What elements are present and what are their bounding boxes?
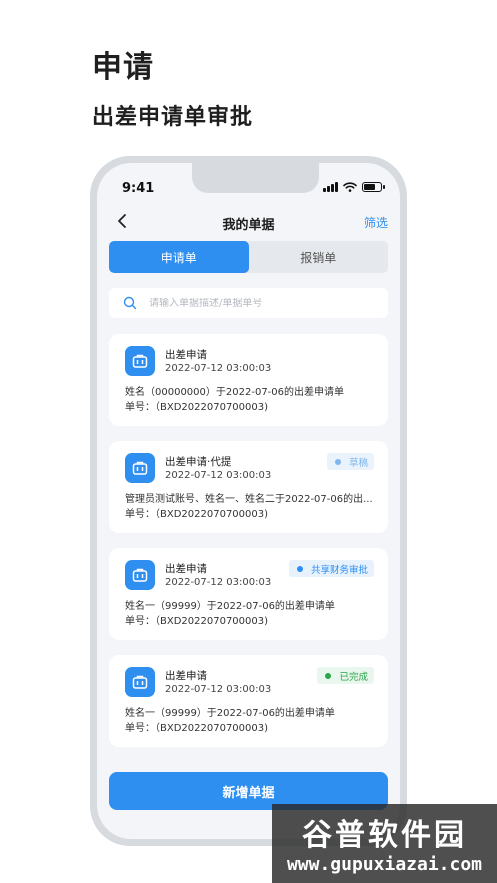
watermark-url: www.gupuxiazai.com [286, 854, 483, 875]
card-title: 出差申请 [165, 349, 207, 361]
nav-title: 我的单据 [222, 218, 275, 233]
card-description: 姓名一（99999）于2022-07-06的出差申请单 [125, 601, 335, 612]
card-title: 出差申请·代提 [165, 456, 232, 468]
phone-screen: 9:41 我的单据 筛选 申请单 报销单 请输入单据描述/单据单号 出差申请 2… [97, 163, 400, 839]
tab-bar: 申请单 报销单 [109, 241, 388, 273]
card-number: 单号：（BXD2022070700003) [125, 509, 269, 520]
briefcase-icon [125, 346, 155, 376]
signal-icon [323, 182, 338, 192]
document-card[interactable]: 出差申请 2022-07-12 03:00:03 已完成 姓名一（99999）于… [109, 655, 388, 747]
status-badge-approval: 共享财务审批 [288, 560, 374, 577]
battery-icon [362, 182, 385, 192]
card-time: 2022-07-12 03:00:03 [165, 577, 272, 588]
card-number: 单号：（BXD2022070700003) [125, 402, 269, 413]
briefcase-icon [125, 453, 155, 483]
card-description: 姓名（00000000）于2022-07-06的出差申请单 [125, 387, 345, 398]
document-card[interactable]: 出差申请 2022-07-12 03:00:03 共享财务审批 姓名一（9999… [109, 548, 388, 640]
status-dot [334, 458, 341, 465]
status-dot [296, 565, 303, 572]
watermark-title: 谷普软件园 [302, 818, 467, 853]
watermark: 谷普软件园 www.gupuxiazai.com [272, 804, 497, 883]
tab-application[interactable]: 申请单 [109, 241, 249, 273]
status-badge-label: 已完成 [339, 671, 368, 683]
status-dot [325, 672, 332, 679]
card-number: 单号：（BXD2022070700003) [125, 616, 269, 627]
status-badge-label: 草稿 [348, 457, 368, 469]
search-bar [109, 288, 388, 318]
phone-frame: 9:41 我的单据 筛选 申请单 报销单 请输入单据描述/单据单号 出差申请 2… [90, 156, 407, 846]
status-time: 9:41 [122, 181, 155, 196]
card-time: 2022-07-12 03:00:03 [165, 684, 272, 695]
card-time: 2022-07-12 03:00:03 [165, 363, 272, 374]
card-time: 2022-07-12 03:00:03 [165, 470, 272, 481]
card-title: 出差申请 [165, 670, 207, 682]
briefcase-icon [125, 560, 155, 590]
briefcase-icon [125, 667, 155, 697]
search-icon [123, 296, 137, 310]
card-description: 姓名一（99999）于2022-07-06的出差申请单 [125, 708, 335, 719]
status-icons [323, 182, 385, 192]
document-card[interactable]: 出差申请 2022-07-12 03:00:03 姓名（00000000）于20… [109, 334, 388, 426]
wifi-icon [343, 182, 357, 192]
phone-notch [192, 163, 319, 193]
status-badge-completed: 已完成 [317, 667, 374, 684]
tab-reimbursement[interactable]: 报销单 [249, 241, 389, 273]
page-subtitle: 出差申请单审批 [92, 105, 254, 130]
card-title: 出差申请 [165, 563, 207, 575]
card-number: 单号：（BXD2022070700003) [125, 723, 269, 734]
card-description: 管理员测试账号、姓名一、姓名二于2022-07-06的出... [125, 494, 373, 505]
search-input[interactable] [149, 297, 369, 309]
status-badge-draft: 草稿 [326, 453, 374, 470]
filter-button[interactable]: 筛选 [364, 214, 388, 231]
document-card[interactable]: 出差申请·代提 2022-07-12 03:00:03 草稿 管理员测试账号、姓… [109, 441, 388, 533]
page-title: 申请 [92, 50, 154, 85]
status-badge-label: 共享财务审批 [310, 564, 368, 576]
